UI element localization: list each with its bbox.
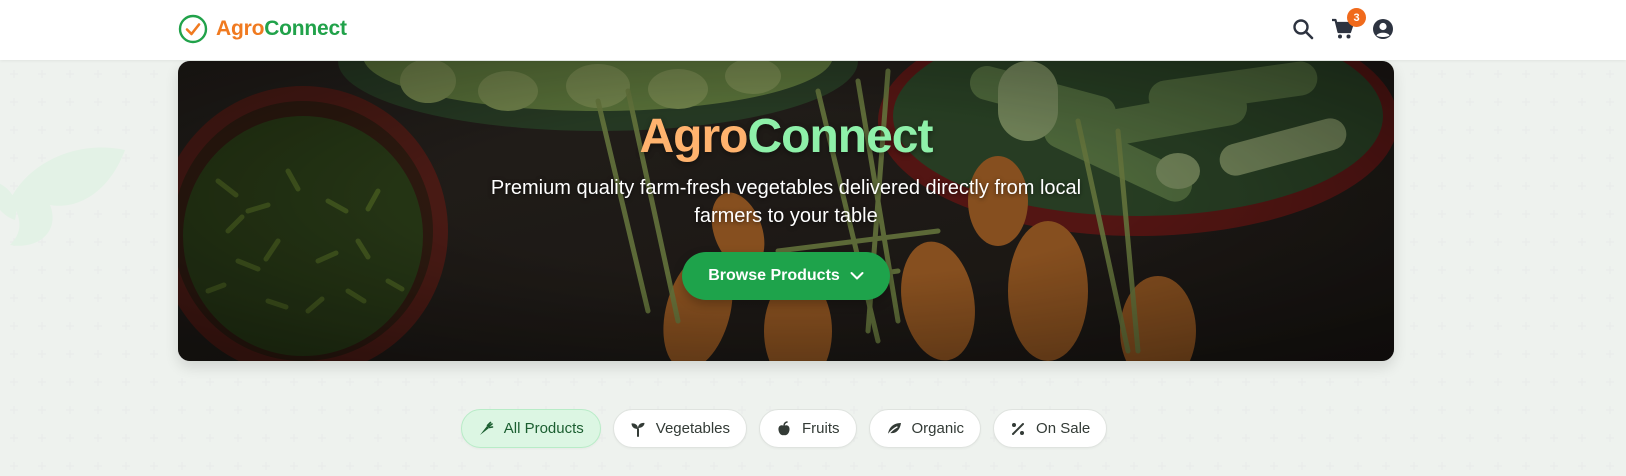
hero-title-agro: Agro: [639, 110, 749, 163]
hero-subtitle: Premium quality farm-fresh vegetables de…: [490, 177, 1082, 227]
filter-label: Organic: [911, 420, 965, 437]
hero-title-connect: Connect: [747, 110, 933, 163]
cart-button[interactable]: 3: [1330, 8, 1366, 42]
brand-name-connect: Connect: [264, 17, 347, 40]
cart-count-badge: 3: [1347, 8, 1366, 27]
apple-icon: [778, 420, 790, 435]
filter-fruits[interactable]: Fruits: [759, 409, 857, 448]
brand-name: AgroConnect: [216, 17, 347, 41]
percent-icon: [1012, 422, 1025, 435]
filter-on-sale[interactable]: On Sale: [993, 409, 1108, 448]
filter-label: On Sale: [1036, 420, 1091, 437]
search-icon: [1293, 19, 1314, 40]
header-actions: 3: [1290, 8, 1396, 42]
leaf-decoration: [0, 147, 125, 246]
browse-products-button[interactable]: Browse Products: [682, 252, 890, 300]
user-account-icon: [1373, 19, 1393, 39]
search-button[interactable]: [1290, 16, 1316, 42]
hero-banner: AgroConnect Premium quality farm-fresh v…: [178, 61, 1394, 361]
filter-all-products[interactable]: All Products: [460, 409, 601, 448]
chevron-down-icon: [850, 272, 864, 280]
filter-label: Vegetables: [655, 420, 731, 437]
hero-title: AgroConnect: [639, 109, 934, 164]
seedling-icon: [631, 422, 645, 437]
category-filters: All Products Vegetables Fruits Organic O…: [0, 409, 1626, 448]
account-button[interactable]: [1370, 16, 1396, 42]
filter-organic[interactable]: Organic: [868, 409, 982, 448]
filter-label: All Products: [503, 420, 584, 437]
brand-name-agro: Agro: [216, 17, 265, 40]
brand-logo[interactable]: AgroConnect: [178, 14, 347, 44]
hero-content: AgroConnect Premium quality farm-fresh v…: [178, 61, 1394, 361]
check-circle-icon: [178, 14, 208, 44]
top-navbar: AgroConnect 3: [0, 0, 1626, 60]
filter-label: Fruits: [802, 420, 840, 437]
browse-products-label: Browse Products: [708, 267, 840, 284]
leaf-icon: [885, 422, 901, 437]
filter-vegetables[interactable]: Vegetables: [612, 409, 748, 448]
carrot-icon: [479, 421, 494, 435]
